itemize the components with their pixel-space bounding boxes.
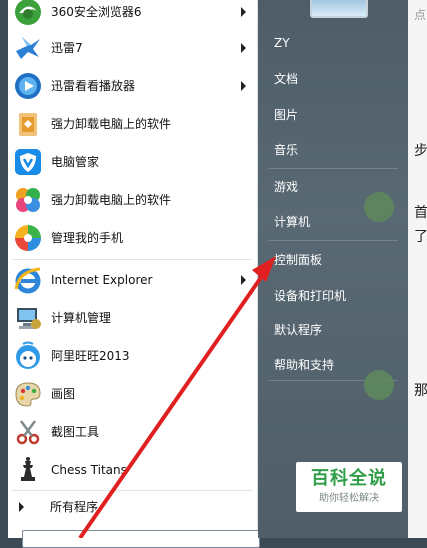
watermark-title: 百科全说: [311, 468, 387, 489]
watermark-subtitle: 助你轻松解决: [319, 493, 379, 504]
start-menu: 360安全浏览器6 迅雷7 迅雷看看播放器 强力卸载电脑上的软件 电脑管家 强力…: [0, 0, 427, 548]
watermark: 百科全说 助你轻松解决: [296, 462, 402, 512]
red-pointer-arrow: [78, 256, 276, 538]
